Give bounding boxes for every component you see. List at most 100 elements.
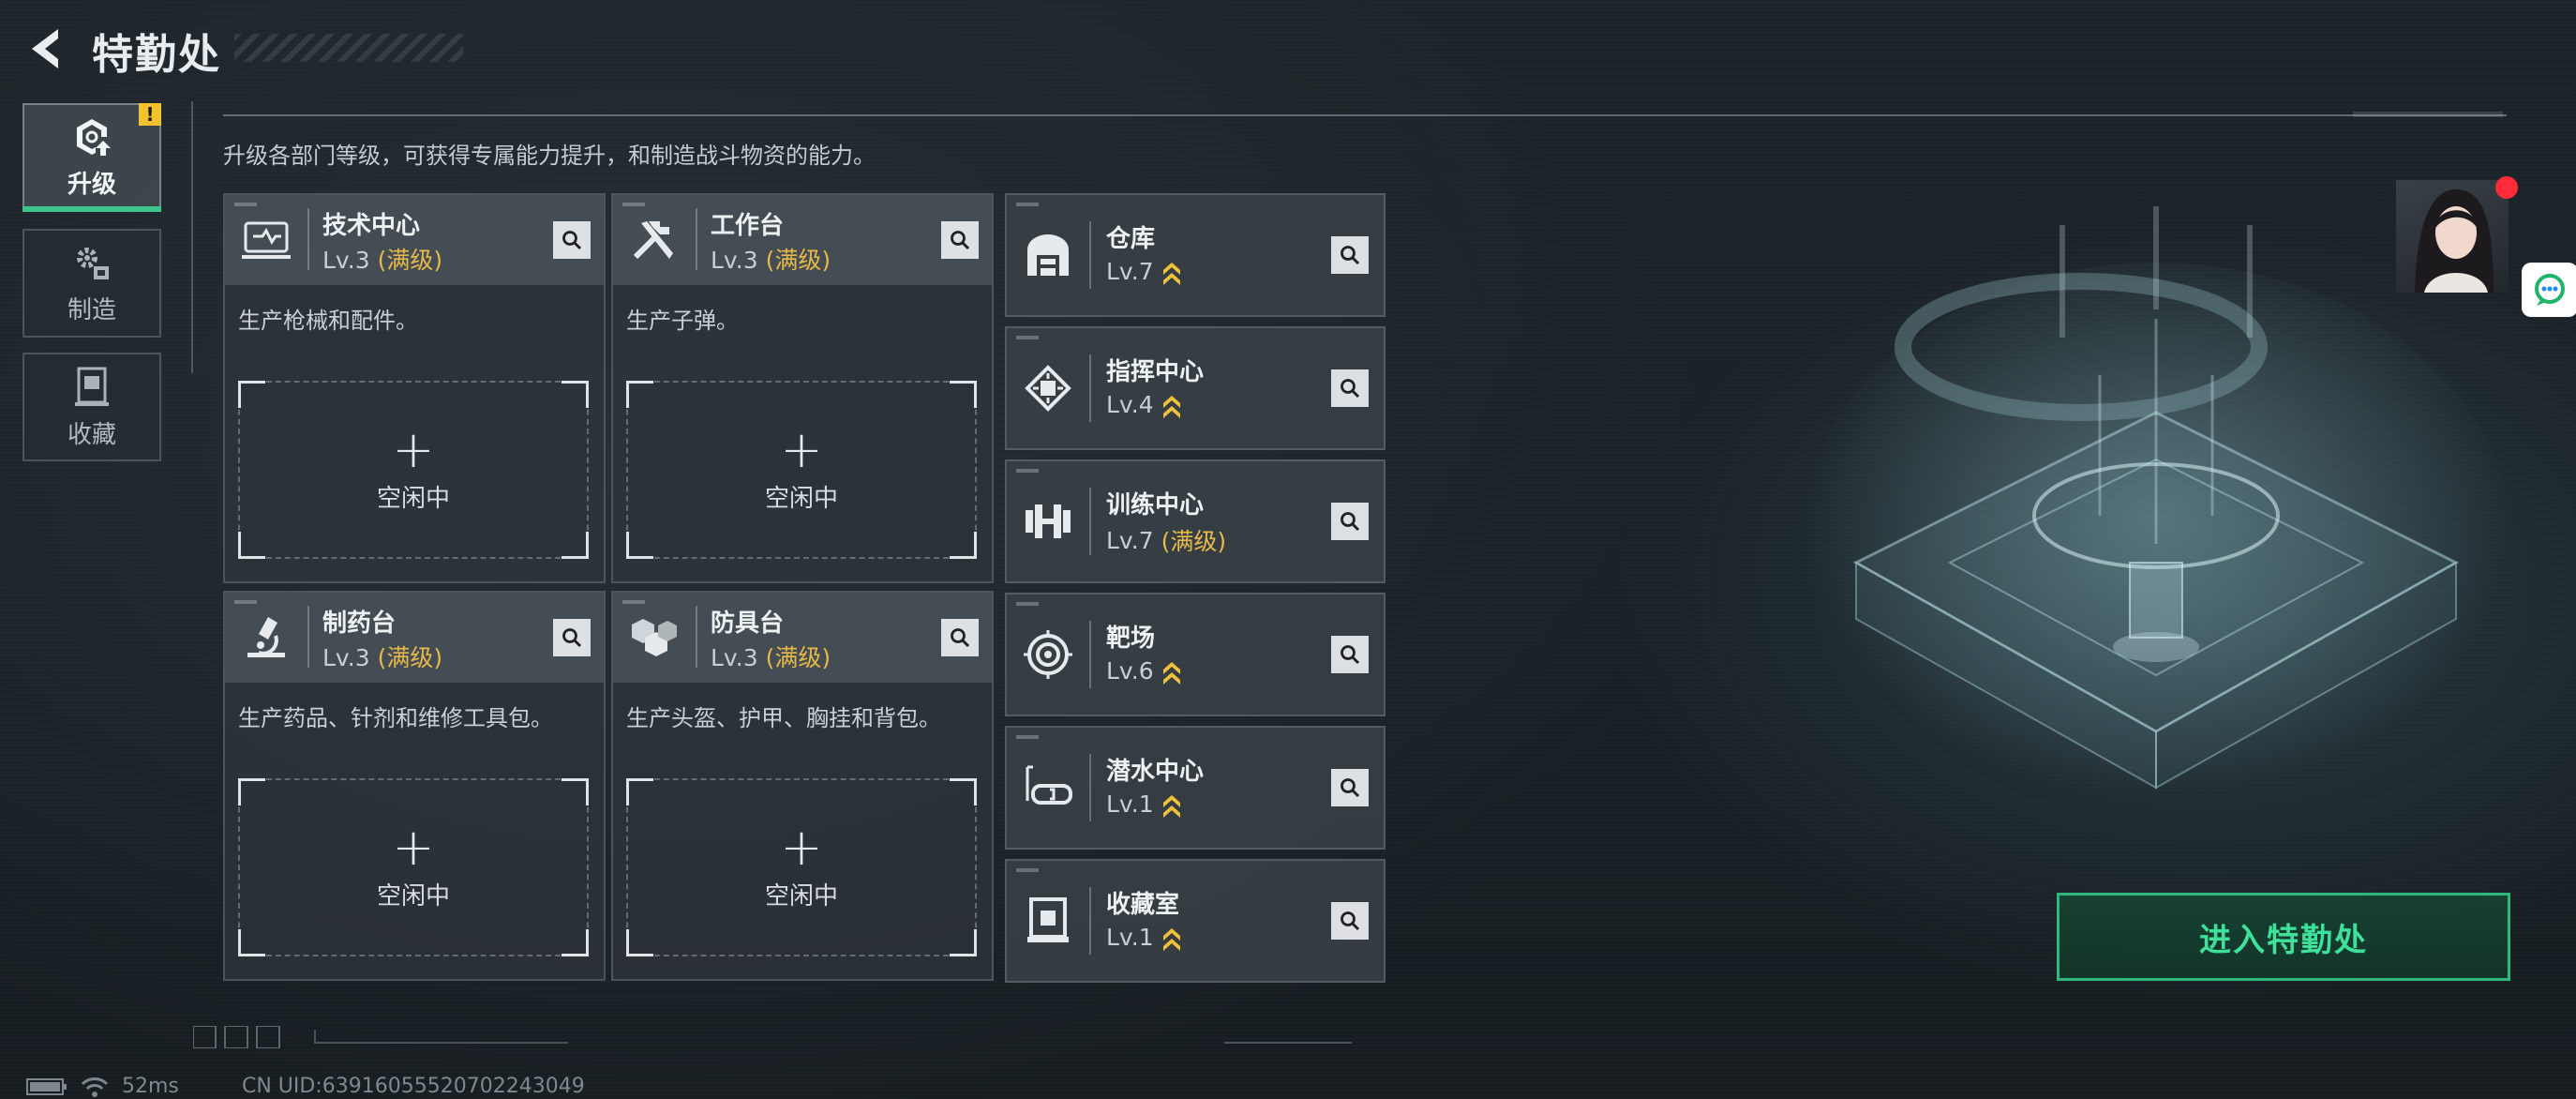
station-header: 防具台 Lv.3 (满级) [613,593,992,683]
facility-diving-center[interactable]: 潜水中心 Lv.1 [1005,726,1385,850]
avatar[interactable] [2396,180,2509,293]
search-button[interactable] [1331,236,1369,274]
warehouse-icon [1020,227,1076,283]
battery-icon [26,1077,67,1095]
search-button[interactable] [1331,369,1369,407]
back-arrow-icon [32,29,58,68]
production-slot[interactable]: + 空闲中 [626,381,977,559]
chat-button[interactable] [2522,263,2576,317]
search-icon [951,628,970,648]
station-level: Lv.3 (满级) [322,644,443,671]
slot-status: 空闲中 [376,881,450,911]
production-slot[interactable]: + 空闲中 [238,381,589,559]
tab-upgrade[interactable]: ! 升级 [22,103,161,212]
diving-mask-icon [1020,760,1076,816]
upgrade-chevron-icon [1162,263,1180,285]
station-card-armor[interactable]: 防具台 Lv.3 (满级) 生产头盔、护甲、胸挂和背包。 + 空闲中 [611,591,994,981]
max-level-tag: (满级) [765,247,831,274]
station-name: 工作台 [711,212,785,240]
gears-icon [77,247,109,279]
max-level-tag: (满级) [1161,528,1227,555]
plus-icon: + [392,419,435,479]
alert-badge: ! [139,103,161,126]
search-icon [1340,645,1360,665]
target-icon [1020,626,1076,683]
station-name: 技术中心 [322,212,421,240]
enter-special-ops-button[interactable]: 进入特勤处 [2057,893,2510,981]
facility-level: Lv.7 (满级) [1106,523,1226,557]
search-icon [1340,512,1360,532]
divider [1089,621,1091,688]
tab-label: 收藏 [67,420,116,449]
search-icon [562,231,582,250]
divider [307,208,309,270]
plus-icon: + [780,419,823,479]
search-icon [951,231,970,250]
search-button[interactable] [1331,636,1369,673]
search-icon [1340,911,1360,931]
max-level-tag: (满级) [377,644,443,671]
facility-name: 收藏室 [1106,891,1180,919]
facility-level: Lv.1 [1106,923,1182,951]
station-description: 生产头盔、护甲、胸挂和背包。 [626,705,941,731]
chat-bubble-icon [2535,274,2565,306]
upgrade-chevron-icon [1162,928,1180,951]
facility-shooting-range[interactable]: 靶场 Lv.6 [1005,593,1385,716]
ping-value: 52ms [122,1075,179,1098]
search-button[interactable] [553,619,591,656]
plus-icon: + [780,817,823,877]
station-level: Lv.3 (满级) [711,247,831,274]
divider [696,606,697,668]
station-card-workbench[interactable]: 工作台 Lv.3 (满级) 生产子弹。 + 空闲中 [611,193,994,583]
facility-name: 仓库 [1106,225,1156,253]
search-button[interactable] [1331,503,1369,540]
facility-command-center[interactable]: 指挥中心 Lv.4 [1005,326,1385,450]
production-slot[interactable]: + 空闲中 [238,778,589,956]
upgrade-chevron-icon [1162,795,1180,818]
facility-collection-room[interactable]: 收藏室 Lv.1 [1005,859,1385,983]
station-card-pharmacy[interactable]: 制药台 Lv.3 (满级) 生产药品、针剂和维修工具包。 + 空闲中 [223,591,606,981]
page-description: 升级各部门等级，可获得专属能力提升，和制造战斗物资的能力。 [223,143,876,169]
station-description: 生产药品、针剂和维修工具包。 [238,705,553,731]
facility-warehouse[interactable]: 仓库 Lv.7 [1005,193,1385,317]
station-card-tech-center[interactable]: 技术中心 Lv.3 (满级) 生产枪械和配件。 + 空闲中 [223,193,606,583]
display-case-icon [1020,893,1076,949]
divider [1089,488,1091,555]
search-button[interactable] [1331,902,1369,940]
production-slot[interactable]: + 空闲中 [626,778,977,956]
divider [696,208,697,270]
base-hologram-illustration [1800,206,2512,825]
upgrade-chevron-icon [1162,662,1180,685]
search-button[interactable] [1331,769,1369,806]
slot-status: 空闲中 [764,484,838,513]
upgrade-icon [77,118,111,156]
tools-icon [626,212,682,268]
facility-name: 指挥中心 [1106,358,1205,386]
station-level: Lv.3 (满级) [711,644,831,671]
decorative-frame [193,1026,1352,1048]
max-level-tag: (满级) [377,247,443,274]
facility-level: Lv.4 [1106,390,1182,418]
facility-level: Lv.1 [1106,790,1182,818]
facility-training-center[interactable]: 训练中心 Lv.7 (满级) [1005,459,1385,583]
tab-collection[interactable]: 收藏 [22,353,161,461]
search-icon [562,628,582,648]
divider [223,114,2507,116]
divider [1089,754,1091,821]
divider [307,606,309,668]
search-button[interactable] [553,221,591,259]
back-button[interactable] [21,23,71,75]
divider [191,101,193,373]
facility-name: 靶场 [1106,625,1156,653]
search-icon [1340,379,1360,399]
upgrade-chevron-icon [1162,396,1180,418]
microscope-icon [238,610,294,666]
station-description: 生产枪械和配件。 [238,308,418,334]
station-name: 制药台 [322,610,397,638]
station-header: 工作台 Lv.3 (满级) [613,195,992,285]
tab-craft[interactable]: 制造 [22,229,161,338]
search-button[interactable] [941,619,979,656]
tab-label: 升级 [67,170,116,199]
armor-blocks-icon [626,610,682,666]
search-button[interactable] [941,221,979,259]
